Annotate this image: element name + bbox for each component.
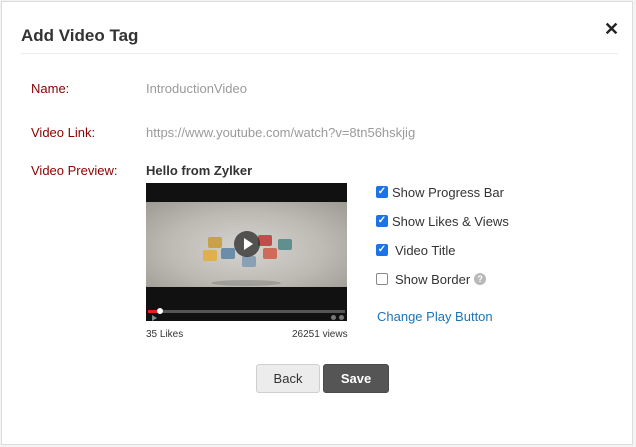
help-icon[interactable]: ? [474,273,487,285]
thumbnail-tile [208,237,222,248]
video-preview-label: Video Preview: [31,163,118,178]
thumbnail-tile [263,248,277,259]
show-likes-views-option[interactable]: ✓ Show Likes & Views [376,213,509,229]
views-count: 26251 views [292,329,348,340]
progress-knob[interactable] [156,308,163,314]
save-button[interactable]: Save [323,364,389,393]
video-link-label: Video Link: [31,125,96,140]
option-label: Show Border [395,271,471,287]
dialog-header: Add Video Tag ✕ [21,2,619,54]
dialog-title: Add Video Tag [21,26,139,45]
video-thumbnail [146,202,347,287]
close-icon[interactable]: ✕ [604,20,619,38]
checkbox-show-border[interactable] [376,273,388,285]
control-play-icon[interactable] [152,315,157,321]
thumbnail-tile [203,250,217,261]
thumbnail-tile [258,235,272,246]
likes-count: 35 Likes [146,329,184,340]
checkbox-show-progress-bar[interactable]: ✓ [376,186,388,198]
option-label: Show Likes & Views [392,213,509,229]
show-border-option[interactable]: Show Border ? [376,271,487,287]
show-progress-bar-option[interactable]: ✓ Show Progress Bar [376,184,504,200]
change-play-button-link[interactable]: Change Play Button [377,309,493,324]
video-player[interactable] [146,183,347,321]
option-label: Video Title [395,242,456,258]
option-label: Show Progress Bar [392,184,504,200]
video-title: Hello from Zylker [146,163,253,178]
video-link-value: https://www.youtube.com/watch?v=8tn56hsk… [146,125,416,140]
thumbnail-tile [221,248,235,259]
video-title-option[interactable]: ✓ Video Title [376,242,455,258]
name-value: IntroductionVideo [146,81,247,96]
add-video-tag-dialog: Add Video Tag ✕ Name: IntroductionVideo … [1,1,633,445]
thumbnail-tile [278,239,292,250]
progress-bar[interactable] [148,308,345,314]
name-label: Name: [31,81,70,96]
control-fullscreen-icon[interactable] [339,315,344,320]
checkbox-video-title[interactable]: ✓ [376,244,388,256]
thumbnail-tile [242,256,256,267]
thumbnail-shadow [211,280,281,286]
back-button[interactable]: Back [256,364,320,393]
control-settings-icon[interactable] [331,315,336,320]
play-icon[interactable] [234,231,260,257]
checkbox-show-likes-views[interactable]: ✓ [376,215,388,227]
